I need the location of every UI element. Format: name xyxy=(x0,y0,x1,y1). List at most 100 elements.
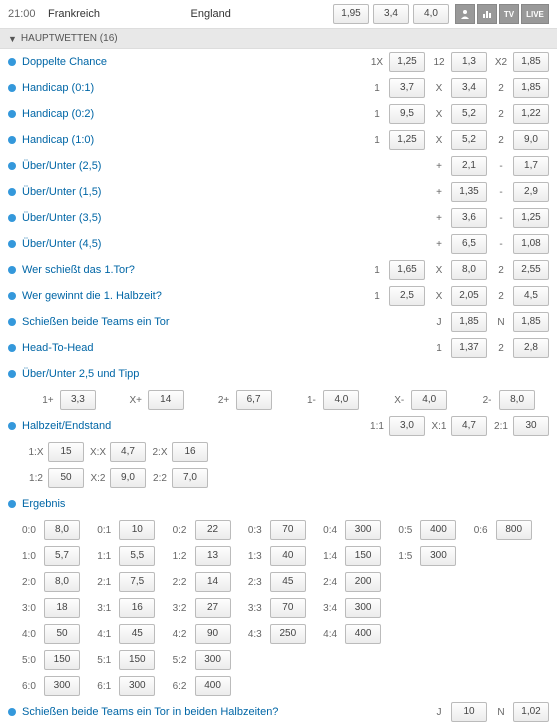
odd-button[interactable]: 300 xyxy=(44,676,80,696)
odd-button[interactable]: 4,0 xyxy=(323,390,359,410)
odd-button[interactable]: 4,7 xyxy=(110,442,146,462)
odd-button[interactable]: 1,85 xyxy=(513,52,549,72)
odd-button[interactable]: 7,5 xyxy=(119,572,155,592)
odd-button[interactable]: 400 xyxy=(420,520,456,540)
market-label[interactable]: Über/Unter (2,5) xyxy=(22,160,425,172)
odd-button[interactable]: 1,25 xyxy=(513,208,549,228)
market-label[interactable]: Handicap (0:2) xyxy=(22,108,363,120)
odd-button[interactable]: 10 xyxy=(451,702,487,722)
odd-button[interactable]: 4,7 xyxy=(451,416,487,436)
odd-button[interactable]: 1,37 xyxy=(451,338,487,358)
odd-button[interactable]: 300 xyxy=(195,650,231,670)
odd-button[interactable]: 400 xyxy=(345,624,381,644)
odd-button[interactable]: 3,7 xyxy=(389,78,425,98)
odd-button[interactable]: 6,5 xyxy=(451,234,487,254)
market-label[interactable]: Über/Unter (3,5) xyxy=(22,212,425,224)
odd-1[interactable]: 1,95 xyxy=(333,4,369,24)
section-header[interactable]: ▼ HAUPTWETTEN (16) xyxy=(0,29,557,49)
stats-icon[interactable] xyxy=(477,4,497,24)
market-label[interactable]: Doppelte Chance xyxy=(22,56,363,68)
market-label[interactable]: Head-To-Head xyxy=(22,342,425,354)
odd-button[interactable]: 1,08 xyxy=(513,234,549,254)
odd-button[interactable]: 1,7 xyxy=(513,156,549,176)
odd-button[interactable]: 30 xyxy=(513,416,549,436)
odd-button[interactable]: 10 xyxy=(119,520,155,540)
market-label[interactable]: Schießen beide Teams ein Tor in beiden H… xyxy=(22,706,425,718)
odd-button[interactable]: 1,85 xyxy=(513,312,549,332)
people-icon[interactable] xyxy=(455,4,475,24)
odd-button[interactable]: 18 xyxy=(44,598,80,618)
odd-button[interactable]: 5,2 xyxy=(451,104,487,124)
odd-button[interactable]: 2,9 xyxy=(513,182,549,202)
odd-button[interactable]: 8,0 xyxy=(499,390,535,410)
market-label[interactable]: Über/Unter (1,5) xyxy=(22,186,425,198)
odd-button[interactable]: 40 xyxy=(270,546,306,566)
odd-button[interactable]: 1,25 xyxy=(389,52,425,72)
odd-button[interactable]: 27 xyxy=(195,598,231,618)
odd-button[interactable]: 5,2 xyxy=(451,130,487,150)
market-label[interactable]: Halbzeit/Endstand xyxy=(22,420,363,432)
odd-button[interactable]: 300 xyxy=(345,520,381,540)
odd-button[interactable]: 3,6 xyxy=(451,208,487,228)
odd-button[interactable]: 7,0 xyxy=(172,468,208,488)
odd-button[interactable]: 300 xyxy=(119,676,155,696)
odd-button[interactable]: 50 xyxy=(44,624,80,644)
odd-button[interactable]: 50 xyxy=(48,468,84,488)
odd-button[interactable]: 150 xyxy=(44,650,80,670)
odd-button[interactable]: 90 xyxy=(195,624,231,644)
odd-button[interactable]: 3,0 xyxy=(389,416,425,436)
odd-button[interactable]: 1,3 xyxy=(451,52,487,72)
odd-button[interactable]: 8,0 xyxy=(451,260,487,280)
odd-button[interactable]: 1,35 xyxy=(451,182,487,202)
odd-button[interactable]: 2,5 xyxy=(389,286,425,306)
odd-button[interactable]: 5,7 xyxy=(44,546,80,566)
odd-button[interactable]: 45 xyxy=(270,572,306,592)
odd-button[interactable]: 3,4 xyxy=(451,78,487,98)
odd-button[interactable]: 300 xyxy=(345,598,381,618)
odd-button[interactable]: 8,0 xyxy=(44,572,80,592)
odd-button[interactable]: 16 xyxy=(172,442,208,462)
odd-button[interactable]: 9,0 xyxy=(110,468,146,488)
odd-button[interactable]: 1,25 xyxy=(389,130,425,150)
odd-button[interactable]: 2,55 xyxy=(513,260,549,280)
odd-button[interactable]: 4,0 xyxy=(411,390,447,410)
market-label[interactable]: Handicap (0:1) xyxy=(22,82,363,94)
market-label[interactable]: Über/Unter 2,5 und Tipp xyxy=(22,368,549,380)
odd-button[interactable]: 2,1 xyxy=(451,156,487,176)
odd-button[interactable]: 300 xyxy=(420,546,456,566)
market-label[interactable]: Schießen beide Teams ein Tor xyxy=(22,316,425,328)
odd-button[interactable]: 1,22 xyxy=(513,104,549,124)
odd-button[interactable]: 14 xyxy=(195,572,231,592)
odd-button[interactable]: 9,5 xyxy=(389,104,425,124)
odd-button[interactable]: 1,85 xyxy=(513,78,549,98)
odd-button[interactable]: 150 xyxy=(345,546,381,566)
odd-button[interactable]: 13 xyxy=(195,546,231,566)
odd-button[interactable]: 3,3 xyxy=(60,390,96,410)
odd-button[interactable]: 200 xyxy=(345,572,381,592)
odd-button[interactable]: 1,02 xyxy=(513,702,549,722)
odd-button[interactable]: 8,0 xyxy=(44,520,80,540)
odd-button[interactable]: 15 xyxy=(48,442,84,462)
odd-button[interactable]: 250 xyxy=(270,624,306,644)
odd-button[interactable]: 9,0 xyxy=(513,130,549,150)
odd-button[interactable]: 4,5 xyxy=(513,286,549,306)
market-label[interactable]: Handicap (1:0) xyxy=(22,134,363,146)
odd-button[interactable]: 16 xyxy=(119,598,155,618)
odd-button[interactable]: 45 xyxy=(119,624,155,644)
odd-button[interactable]: 22 xyxy=(195,520,231,540)
odd-x[interactable]: 3,4 xyxy=(373,4,409,24)
odd-button[interactable]: 2,8 xyxy=(513,338,549,358)
odd-button[interactable]: 14 xyxy=(148,390,184,410)
market-label[interactable]: Ergebnis xyxy=(22,498,549,510)
live-icon[interactable]: LIVE xyxy=(521,4,549,24)
odd-button[interactable]: 1,65 xyxy=(389,260,425,280)
odd-button[interactable]: 6,7 xyxy=(236,390,272,410)
market-label[interactable]: Wer gewinnt die 1. Halbzeit? xyxy=(22,290,363,302)
market-label[interactable]: Über/Unter (4,5) xyxy=(22,238,425,250)
odd-button[interactable]: 400 xyxy=(195,676,231,696)
odd-button[interactable]: 5,5 xyxy=(119,546,155,566)
odd-2[interactable]: 4,0 xyxy=(413,4,449,24)
market-label[interactable]: Wer schießt das 1.Tor? xyxy=(22,264,363,276)
odd-button[interactable]: 150 xyxy=(119,650,155,670)
odd-button[interactable]: 70 xyxy=(270,598,306,618)
